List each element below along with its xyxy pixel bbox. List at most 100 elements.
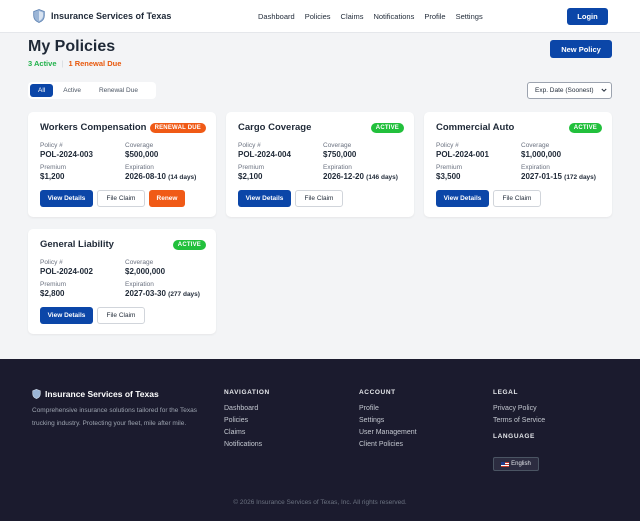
nav-settings[interactable]: Settings [456,12,483,21]
nav-dashboard[interactable]: Dashboard [258,12,295,21]
footer-legal: LEGAL Privacy Policy Terms of Service LA… [493,389,545,449]
nav-policies[interactable]: Policies [305,12,331,21]
coverage-field: Coverage $750,000 [323,142,356,159]
footer-link-user-management[interactable]: User Management [359,429,417,436]
footer-link-privacy-policy[interactable]: Privacy Policy [493,405,545,412]
policy-number-label: Policy # [40,259,63,266]
expiration-date: 2027-01-15 [521,172,562,181]
policy-number-value: POL-2024-003 [40,150,93,159]
footer-brand: Insurance Services of Texas [32,389,159,399]
file-claim-button[interactable]: File Claim [97,190,145,207]
view-details-button[interactable]: View Details [238,190,291,207]
policy-name: General Liability [40,239,114,250]
language-button-label: English [511,461,531,467]
premium-label: Premium [40,281,67,288]
summary-divider: | [61,59,64,68]
days-remaining: (172 days) [564,174,596,181]
renew-button[interactable]: Renew [149,190,185,207]
footer-link-settings[interactable]: Settings [359,417,417,424]
file-claim-button[interactable]: File Claim [295,190,343,207]
policy-card: General Liability ACTIVE Policy # POL-20… [28,229,216,334]
coverage-field: Coverage $1,000,000 [521,142,561,159]
premium-value: $2,800 [40,289,65,298]
shield-icon [32,389,41,399]
expiration-date: 2026-08-10 [125,172,166,181]
coverage-label: Coverage [323,142,352,149]
site-footer: Insurance Services of Texas Comprehensiv… [0,359,640,521]
active-count: 3 Active [28,59,57,68]
premium-field: Premium $3,500 [436,164,462,181]
policy-number-field: Policy # POL-2024-002 [40,259,93,276]
footer-description: Comprehensive insurance solutions tailor… [32,407,197,427]
coverage-value: $750,000 [323,150,357,159]
nav-claims[interactable]: Claims [341,12,364,21]
policy-number-value: POL-2024-004 [238,150,291,159]
footer-account: ACCOUNT Profile Settings User Management… [359,389,417,453]
footer-heading: LEGAL [493,389,519,396]
brand-name: Insurance Services of Texas [51,11,172,21]
policy-card: Commercial Auto ACTIVE Policy # POL-2024… [424,112,612,217]
coverage-label: Coverage [521,142,550,149]
days-remaining: (277 days) [168,291,200,298]
policy-number-label: Policy # [436,142,459,149]
premium-value: $1,200 [40,172,65,181]
brand-logo[interactable]: Insurance Services of Texas [33,9,171,23]
filter-tab-renewal-due[interactable]: Renewal Due [91,84,146,97]
file-claim-button[interactable]: File Claim [493,190,541,207]
premium-value: $3,500 [436,172,461,181]
sort-select-value: Exp. Date (Soonest) [535,87,594,94]
premium-field: Premium $2,800 [40,281,66,298]
premium-value: $2,100 [238,172,263,181]
page-title: My Policies [28,38,116,55]
policy-number-field: Policy # POL-2024-004 [238,142,291,159]
copyright: © 2026 Insurance Services of Texas, Inc.… [233,499,407,506]
status-badge: ACTIVE [172,240,206,250]
footer-navigation: NAVIGATION Dashboard Policies Claims Not… [224,389,270,453]
footer-link-client-policies[interactable]: Client Policies [359,441,417,448]
filter-tab-all[interactable]: All [30,84,54,97]
policy-number-value: POL-2024-001 [436,150,489,159]
status-badge: ACTIVE [370,123,404,133]
nav-profile[interactable]: Profile [424,12,445,21]
days-remaining: (14 days) [168,174,197,181]
policy-number-field: Policy # POL-2024-001 [436,142,489,159]
footer-brand-name: Insurance Services of Texas [45,389,159,399]
coverage-label: Coverage [125,259,154,266]
expiration-field: Expiration 2027-01-15 (172 days) [521,164,596,181]
policy-name: Workers Compensation [40,122,147,133]
login-button[interactable]: Login [567,8,608,25]
footer-heading: NAVIGATION [224,389,270,396]
coverage-value: $500,000 [125,150,159,159]
days-remaining: (146 days) [366,174,398,181]
view-details-button[interactable]: View Details [40,190,93,207]
footer-link-profile[interactable]: Profile [359,405,417,412]
status-badge: ACTIVE [568,123,602,133]
us-flag-icon [501,461,510,467]
view-details-button[interactable]: View Details [40,307,93,324]
footer-link-terms[interactable]: Terms of Service [493,417,545,424]
expiration-label: Expiration [125,164,154,171]
renewal-count: 1 Renewal Due [68,59,122,68]
footer-heading: ACCOUNT [359,389,396,396]
coverage-value: $1,000,000 [521,150,562,159]
policy-name: Cargo Coverage [238,122,312,133]
expiration-value: 2026-08-10 (14 days) [125,172,196,181]
expiration-label: Expiration [323,164,352,171]
footer-link-claims[interactable]: Claims [224,429,270,436]
footer-link-notifications[interactable]: Notifications [224,441,270,448]
filter-tab-active[interactable]: Active [55,84,89,97]
language-button[interactable]: English [493,457,539,471]
file-claim-button[interactable]: File Claim [97,307,145,324]
expiration-value: 2026-12-20 (146 days) [323,172,398,181]
policy-card: Workers Compensation RENEWAL DUE Policy … [28,112,216,217]
shield-icon [33,9,45,23]
footer-link-dashboard[interactable]: Dashboard [224,405,270,412]
policy-card: Cargo Coverage ACTIVE Policy # POL-2024-… [226,112,414,217]
sort-select[interactable]: Exp. Date (Soonest) [527,82,612,99]
premium-label: Premium [436,164,463,171]
coverage-value: $2,000,000 [125,267,166,276]
view-details-button[interactable]: View Details [436,190,489,207]
new-policy-button[interactable]: New Policy [550,40,612,58]
nav-notifications[interactable]: Notifications [373,12,414,21]
footer-link-policies[interactable]: Policies [224,417,270,424]
